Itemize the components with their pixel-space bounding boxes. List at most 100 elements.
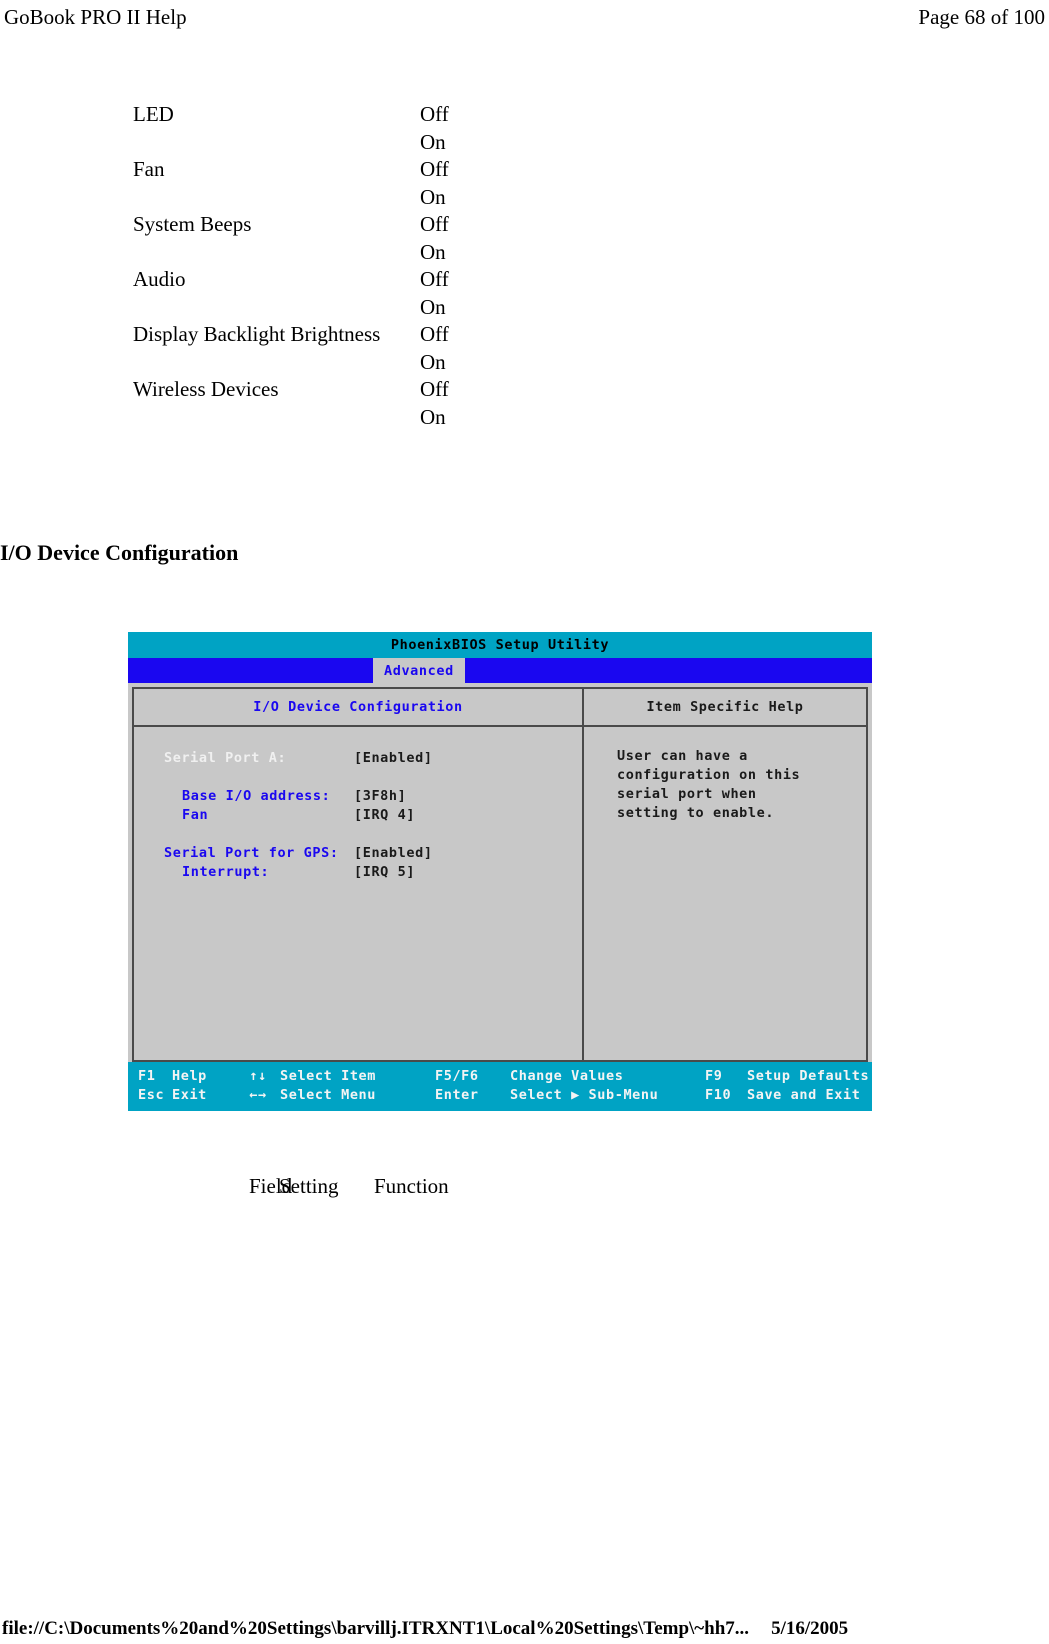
key-esc: Esc bbox=[138, 1087, 165, 1103]
list-item: Fan Off bbox=[133, 156, 553, 184]
bios-help-panel: Item Specific Help User can have a confi… bbox=[584, 687, 868, 1062]
key-enter: Enter bbox=[435, 1087, 479, 1103]
key-f9-action: Setup Defaults bbox=[747, 1068, 870, 1084]
setting-row-serial-port-gps[interactable]: Serial Port for GPS: [Enabled] bbox=[134, 844, 582, 863]
hotkey-settings-list: LED Off On Fan Off On System Beeps Off O… bbox=[133, 101, 553, 431]
page-header: GoBook PRO II Help Page 68 of 100 bbox=[0, 0, 1049, 34]
key-legend-row-2: Esc Exit ←→ Select Menu Enter Select ▶ S… bbox=[128, 1086, 872, 1105]
hotkey-field-label: Audio bbox=[133, 267, 186, 291]
help-line: serial port when bbox=[617, 786, 757, 802]
hotkey-setting-value-alt: On bbox=[420, 129, 446, 154]
setting-label: Interrupt: bbox=[182, 864, 270, 880]
hotkey-setting-value-alt: On bbox=[420, 184, 446, 209]
list-item-secondary: On bbox=[133, 239, 553, 267]
help-panel-title: Item Specific Help bbox=[584, 689, 866, 727]
key-f5-f6-action: Change Values bbox=[510, 1068, 624, 1084]
hotkey-setting-value: Off bbox=[420, 267, 449, 291]
key-f10: F10 bbox=[705, 1087, 732, 1103]
table-column-caption: Field Setting Function bbox=[249, 1174, 449, 1199]
status-bar-date: 5/16/2005 bbox=[771, 1617, 849, 1639]
caption-field: Field bbox=[249, 1174, 293, 1198]
list-item-secondary: On bbox=[133, 404, 553, 432]
setting-row-base-io-address[interactable]: Base I/O address: [3F8h] bbox=[134, 787, 582, 806]
setting-value: [IRQ 5] bbox=[354, 864, 416, 880]
hotkey-field-spacer bbox=[133, 349, 420, 377]
list-item-secondary: On bbox=[133, 129, 553, 157]
tab-advanced[interactable]: Advanced bbox=[373, 658, 465, 683]
bios-title-bar: PhoenixBIOS Setup Utility bbox=[128, 632, 872, 658]
hotkey-field-label: Display Backlight Brightness bbox=[133, 322, 381, 346]
hotkey-setting-value-alt: On bbox=[420, 239, 446, 264]
hotkey-field-spacer bbox=[133, 239, 420, 267]
setting-value: [Enabled] bbox=[354, 845, 433, 861]
setting-group-spacer bbox=[134, 768, 582, 787]
setting-label: Base I/O address: bbox=[182, 788, 331, 804]
hotkey-field-spacer bbox=[133, 294, 420, 322]
help-line: configuration on this bbox=[617, 767, 801, 783]
key-f10-action: Save and Exit bbox=[747, 1087, 861, 1103]
hotkey-field-spacer bbox=[133, 404, 420, 432]
page-indicator: Page 68 of 100 bbox=[918, 4, 1045, 29]
key-f5-f6: F5/F6 bbox=[435, 1068, 479, 1084]
help-panel-text: User can have a configuration on this se… bbox=[584, 727, 866, 823]
section-heading: I/O Device Configuration bbox=[0, 540, 239, 566]
hotkey-field-spacer bbox=[133, 184, 420, 212]
hotkey-setting-value: Off bbox=[420, 212, 449, 236]
key-leftright-action: Select Menu bbox=[280, 1087, 377, 1103]
bios-body: I/O Device Configuration Serial Port A: … bbox=[128, 683, 872, 1062]
hotkey-setting-value: Off bbox=[420, 102, 449, 126]
list-item: Display Backlight Brightness Off bbox=[133, 321, 553, 349]
list-item: LED Off bbox=[133, 101, 553, 129]
setting-row-interrupt[interactable]: Interrupt: [IRQ 5] bbox=[134, 863, 582, 882]
status-bar-url: file://C:\Documents%20and%20Settings\bar… bbox=[2, 1617, 750, 1639]
bios-setup-screenshot: PhoenixBIOS Setup Utility Advanced I/O D… bbox=[128, 632, 872, 1111]
setting-row-fan[interactable]: Fan [IRQ 4] bbox=[134, 806, 582, 825]
list-item-secondary: On bbox=[133, 349, 553, 377]
key-enter-action: Select ▶ Sub-Menu bbox=[510, 1087, 659, 1103]
hotkey-setting-value: Off bbox=[420, 377, 449, 401]
setting-value: [Enabled] bbox=[354, 750, 433, 766]
list-item-secondary: On bbox=[133, 184, 553, 212]
hotkey-field-spacer bbox=[133, 129, 420, 157]
arrow-up-down-icon: ↑↓ bbox=[249, 1068, 267, 1084]
hotkey-field-label: Fan bbox=[133, 157, 165, 181]
list-item: Wireless Devices Off bbox=[133, 376, 553, 404]
hotkey-setting-value: Off bbox=[420, 322, 449, 346]
hotkey-setting-value: Off bbox=[420, 157, 449, 181]
list-item: System Beeps Off bbox=[133, 211, 553, 239]
key-f1: F1 bbox=[138, 1068, 156, 1084]
caption-function: Function bbox=[374, 1174, 449, 1198]
settings-list: Serial Port A: [Enabled] Base I/O addres… bbox=[134, 727, 582, 1060]
bios-menu-bar: Advanced bbox=[128, 658, 872, 683]
list-item-secondary: On bbox=[133, 294, 553, 322]
key-f1-action: Help bbox=[172, 1068, 207, 1084]
setting-label: Serial Port for GPS: bbox=[164, 845, 339, 861]
setting-group-spacer bbox=[134, 825, 582, 844]
setting-label: Fan bbox=[182, 807, 209, 823]
key-updown-action: Select Item bbox=[280, 1068, 377, 1084]
key-esc-action: Exit bbox=[172, 1087, 207, 1103]
hotkey-field-label: LED bbox=[133, 102, 174, 126]
help-line: User can have a bbox=[617, 748, 748, 764]
setting-value: [3F8h] bbox=[354, 788, 407, 804]
help-line: setting to enable. bbox=[617, 805, 775, 821]
setting-value: [IRQ 4] bbox=[354, 807, 416, 823]
list-item: Audio Off bbox=[133, 266, 553, 294]
tab-advanced-label: Advanced bbox=[384, 662, 454, 679]
hotkey-setting-value-alt: On bbox=[420, 294, 446, 319]
hotkey-field-label: Wireless Devices bbox=[133, 377, 279, 401]
setting-label: Serial Port A: bbox=[164, 750, 287, 766]
caption-setting: Setting bbox=[279, 1174, 339, 1198]
key-legend-row-1: F1 Help ↑↓ Select Item F5/F6 Change Valu… bbox=[128, 1067, 872, 1086]
bios-title-text: PhoenixBIOS Setup Utility bbox=[390, 637, 610, 653]
setting-row-serial-port-a[interactable]: Serial Port A: [Enabled] bbox=[134, 749, 582, 768]
browser-status-bar: file://C:\Documents%20and%20Settings\bar… bbox=[0, 1613, 1049, 1644]
bios-key-legend-bar: F1 Help ↑↓ Select Item F5/F6 Change Valu… bbox=[128, 1062, 872, 1111]
document-title: GoBook PRO II Help bbox=[4, 4, 187, 29]
hotkey-setting-value-alt: On bbox=[420, 349, 446, 374]
key-f9: F9 bbox=[705, 1068, 723, 1084]
hotkey-setting-value-alt: On bbox=[420, 404, 446, 429]
settings-panel-title: I/O Device Configuration bbox=[134, 689, 582, 727]
hotkey-field-label: System Beeps bbox=[133, 212, 252, 236]
bios-settings-panel: I/O Device Configuration Serial Port A: … bbox=[132, 687, 584, 1062]
